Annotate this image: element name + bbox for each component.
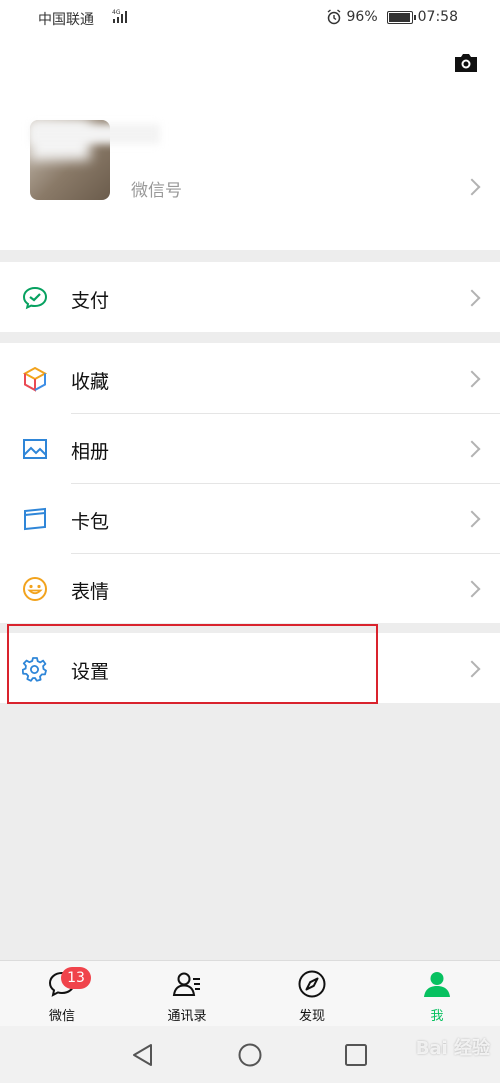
wechat-id-label: 微信号 <box>131 181 182 201</box>
tab-label: 发现 <box>298 1009 325 1024</box>
compass-icon <box>298 970 326 998</box>
chevron-right-icon <box>463 370 481 388</box>
pay-group: 支付 <box>0 262 500 332</box>
pay-icon <box>22 286 48 310</box>
card-wallet-icon <box>24 507 46 531</box>
back-triangle-icon[interactable] <box>130 1042 156 1068</box>
watermark: Bai 经验 <box>415 1038 490 1059</box>
menu-item-cards[interactable]: 卡包 <box>0 483 500 553</box>
chevron-right-icon <box>463 510 481 528</box>
tab-me[interactable]: 我 <box>397 961 477 1027</box>
carrier-name: 中国联通 <box>38 12 94 28</box>
smiley-icon <box>23 577 47 601</box>
menu-item-label: 相册 <box>71 441 110 463</box>
tab-discover[interactable]: 发现 <box>272 961 352 1027</box>
home-circle-icon[interactable] <box>237 1042 263 1068</box>
nickname-redacted <box>30 124 160 144</box>
menu-item-album[interactable]: 相册 <box>0 413 500 483</box>
main-menu-group: 收藏 相册 卡包 表情 <box>0 343 500 623</box>
chevron-right-icon <box>463 580 481 598</box>
battery-percent: 96% <box>346 9 378 25</box>
menu-item-label: 收藏 <box>71 371 110 393</box>
tab-contacts[interactable]: 通讯录 <box>147 961 227 1027</box>
alarm-icon <box>327 9 340 25</box>
recents-square-icon[interactable] <box>343 1042 369 1068</box>
unread-badge: 13 <box>61 967 91 989</box>
status-bar: 中国联通 4G 96% 07:58 <box>0 0 500 34</box>
highlight-box <box>7 624 378 704</box>
menu-item-label: 支付 <box>71 290 110 312</box>
menu-item-pay[interactable]: 支付 <box>0 262 500 332</box>
camera-icon[interactable] <box>453 52 479 74</box>
person-icon <box>424 972 450 997</box>
signal-icon: 4G <box>112 9 127 23</box>
chevron-right-icon <box>463 289 481 307</box>
tab-label: 通讯录 <box>167 1009 207 1024</box>
favorites-cube-icon <box>22 366 48 392</box>
battery-icon <box>386 10 416 24</box>
album-icon <box>23 439 47 459</box>
tab-chats[interactable]: 13 微信 <box>22 961 102 1027</box>
tab-label: 微信 <box>48 1009 75 1024</box>
clock: 07:58 <box>417 9 458 25</box>
svg-text:4G: 4G <box>112 9 121 16</box>
chevron-right-icon <box>463 440 481 458</box>
chevron-right-icon <box>463 660 481 678</box>
menu-item-favorites[interactable]: 收藏 <box>0 343 500 413</box>
menu-item-stickers[interactable]: 表情 <box>0 553 500 623</box>
chevron-right-icon <box>463 178 481 196</box>
contacts-icon <box>172 972 200 996</box>
menu-item-label: 卡包 <box>71 511 110 533</box>
tab-bar: 13 微信 通讯录 发现 我 <box>0 960 500 1026</box>
menu-item-label: 表情 <box>71 581 110 603</box>
tab-label-active: 我 <box>430 1009 444 1024</box>
profile-header[interactable]: 微信号 <box>0 34 500 250</box>
